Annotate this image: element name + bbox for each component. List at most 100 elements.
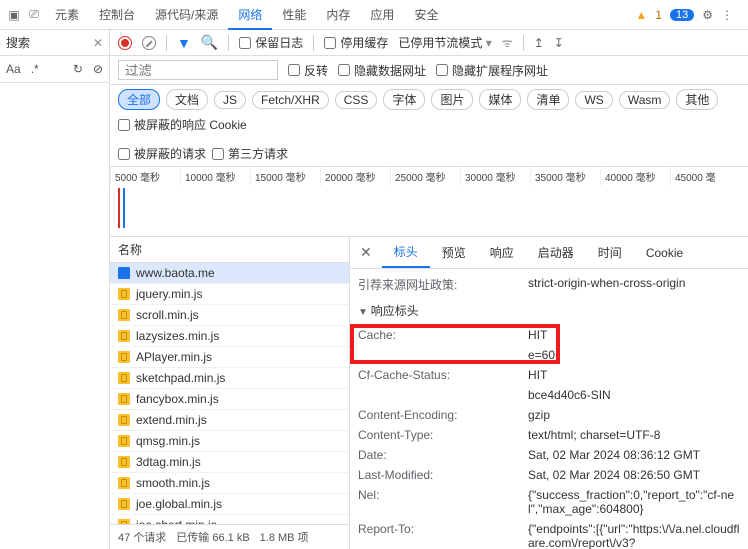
network-toolbar: ▼ 🔍 保留日志 停用缓存 已停用节流模式 ▾ ᯤ ↥ ↧ bbox=[110, 30, 748, 56]
request-footer: 47 个请求 已传输 66.1 kB 1.8 MB 项 bbox=[110, 524, 349, 549]
types-row: 全部文档 JS Fetch/XHR CSS 字体图片媒体清单 WS Wasm 其他被屏蔽的响应… bbox=[110, 85, 748, 167]
header-key: Content-Type: bbox=[358, 428, 528, 442]
tab-源代码/来源[interactable]: 源代码/来源 bbox=[145, 2, 228, 28]
device-icon[interactable]: ⎚ bbox=[25, 6, 43, 24]
tab-元素[interactable]: 元素 bbox=[45, 2, 89, 28]
tab-性能[interactable]: 性能 bbox=[272, 2, 316, 28]
script-icon bbox=[118, 351, 130, 363]
request-row[interactable]: scroll.min.js bbox=[110, 305, 349, 326]
msg-count[interactable]: 13 bbox=[670, 9, 694, 21]
request-name: joe.global.min.js bbox=[136, 497, 222, 511]
response-headers-title[interactable]: 响应标头 bbox=[358, 296, 740, 325]
request-row[interactable]: smooth.min.js bbox=[110, 473, 349, 494]
type-JS[interactable]: JS bbox=[214, 91, 246, 109]
request-row[interactable]: joe.global.min.js bbox=[110, 494, 349, 515]
detail-pane: ✕ 标头预览响应启动器时间Cookie 引荐来源网址政策: strict-ori… bbox=[350, 237, 748, 549]
script-icon bbox=[118, 330, 130, 342]
filter-icon[interactable]: ▼ bbox=[177, 35, 191, 51]
document-icon bbox=[118, 267, 130, 279]
upload-icon[interactable]: ↥ bbox=[534, 36, 544, 50]
warn-icon[interactable]: ▲ bbox=[635, 8, 647, 22]
header-value: gzip bbox=[528, 408, 740, 422]
type-Fetch/XHR[interactable]: Fetch/XHR bbox=[252, 91, 329, 109]
script-icon bbox=[118, 498, 130, 510]
blocked-cookies-check[interactable]: 被屏蔽的响应 Cookie bbox=[118, 116, 247, 133]
detail-tab-启动器[interactable]: 启动器 bbox=[526, 238, 586, 267]
detail-tab-响应[interactable]: 响应 bbox=[478, 238, 526, 267]
case-icon[interactable]: Aa bbox=[6, 62, 21, 76]
disable-cache-check[interactable]: 停用缓存 bbox=[324, 34, 388, 51]
request-row[interactable]: sketchpad.min.js bbox=[110, 368, 349, 389]
search-title: 搜索 bbox=[6, 34, 30, 51]
clear-icon[interactable]: ⊘ bbox=[93, 62, 103, 76]
type-清单[interactable]: 清单 bbox=[527, 89, 569, 110]
clear-icon[interactable] bbox=[142, 36, 156, 50]
tab-安全[interactable]: 安全 bbox=[404, 2, 448, 28]
header-value: {"success_fraction":0,"report_to":"cf-ne… bbox=[528, 488, 740, 516]
type-Wasm[interactable]: Wasm bbox=[619, 91, 671, 109]
regex-icon[interactable]: .* bbox=[31, 62, 39, 76]
filter-input[interactable] bbox=[118, 60, 278, 80]
search-icon[interactable]: 🔍 bbox=[201, 34, 218, 51]
tab-控制台[interactable]: 控制台 bbox=[89, 2, 145, 28]
request-row[interactable]: qmsg.min.js bbox=[110, 431, 349, 452]
hide-ext-check[interactable]: 隐藏扩展程序网址 bbox=[436, 62, 548, 79]
type-字体[interactable]: 字体 bbox=[383, 89, 425, 110]
invert-check[interactable]: 反转 bbox=[288, 62, 328, 79]
record-icon[interactable] bbox=[118, 36, 132, 50]
header-value: Sat, 02 Mar 2024 08:36:12 GMT bbox=[528, 448, 740, 462]
warn-count: 1 bbox=[655, 8, 662, 22]
request-row[interactable]: joe.short.min.js bbox=[110, 515, 349, 524]
request-row[interactable]: fancybox.min.js bbox=[110, 389, 349, 410]
type-图片[interactable]: 图片 bbox=[431, 89, 473, 110]
header-value: {"endpoints":[{"url":"https:\/\/a.nel.cl… bbox=[528, 522, 740, 549]
request-row[interactable]: 3dtag.min.js bbox=[110, 452, 349, 473]
detail-tab-标头[interactable]: 标头 bbox=[382, 237, 430, 268]
tab-内存[interactable]: 内存 bbox=[316, 2, 360, 28]
preserve-log-check[interactable]: 保留日志 bbox=[239, 34, 303, 51]
detail-tab-时间[interactable]: 时间 bbox=[586, 238, 634, 267]
type-媒体[interactable]: 媒体 bbox=[479, 89, 521, 110]
download-icon[interactable]: ↧ bbox=[554, 36, 564, 50]
request-name: fancybox.min.js bbox=[136, 392, 219, 406]
main-tabs: ▣ ⎚ 元素控制台源代码/来源网络性能内存应用安全 ▲ 1 13 ⚙ ⋮ bbox=[0, 0, 748, 30]
request-row[interactable]: www.baota.me bbox=[110, 263, 349, 284]
throttling-select[interactable]: 已停用节流模式 ▾ bbox=[398, 34, 491, 51]
header-key: Cf-Cache-Status: bbox=[358, 368, 528, 382]
search-pane: 搜索 ✕ Aa .* ↻ ⊘ bbox=[0, 30, 110, 549]
hide-data-check[interactable]: 隐藏数据网址 bbox=[338, 62, 426, 79]
third-party-check[interactable]: 第三方请求 bbox=[212, 145, 288, 162]
type-其他[interactable]: 其他 bbox=[676, 89, 718, 110]
timeline[interactable]: 5000 毫秒10000 毫秒15000 毫秒20000 毫秒25000 毫秒3… bbox=[110, 167, 748, 237]
inspect-icon[interactable]: ▣ bbox=[5, 6, 23, 24]
more-icon[interactable]: ⋮ bbox=[721, 8, 733, 22]
close-icon[interactable]: ✕ bbox=[93, 36, 103, 50]
header-key: Date: bbox=[358, 448, 528, 462]
request-row[interactable]: lazysizes.min.js bbox=[110, 326, 349, 347]
close-icon[interactable]: ✕ bbox=[350, 240, 382, 265]
request-row[interactable]: jquery.min.js bbox=[110, 284, 349, 305]
type-全部[interactable]: 全部 bbox=[118, 89, 160, 110]
type-CSS[interactable]: CSS bbox=[335, 91, 378, 109]
request-name: 3dtag.min.js bbox=[136, 455, 201, 469]
request-row[interactable]: APlayer.min.js bbox=[110, 347, 349, 368]
detail-tab-预览[interactable]: 预览 bbox=[430, 238, 478, 267]
request-row[interactable]: extend.min.js bbox=[110, 410, 349, 431]
header-value: bce4d40c6-SIN bbox=[528, 388, 740, 402]
blocked-req-check[interactable]: 被屏蔽的请求 bbox=[118, 145, 206, 162]
referrer-policy-key: 引荐来源网址政策: bbox=[358, 276, 528, 293]
type-WS[interactable]: WS bbox=[575, 91, 612, 109]
request-name: scroll.min.js bbox=[136, 308, 199, 322]
header-value: Sat, 02 Mar 2024 08:26:50 GMT bbox=[528, 468, 740, 482]
header-value: e=60 bbox=[528, 348, 740, 362]
tab-网络[interactable]: 网络 bbox=[228, 2, 272, 30]
tab-应用[interactable]: 应用 bbox=[360, 2, 404, 28]
header-key: Cache: bbox=[358, 328, 528, 342]
detail-tab-Cookie[interactable]: Cookie bbox=[634, 240, 695, 266]
wifi-icon[interactable]: ᯤ bbox=[502, 34, 513, 51]
refresh-icon[interactable]: ↻ bbox=[73, 62, 83, 76]
gear-icon[interactable]: ⚙ bbox=[702, 8, 713, 22]
header-value: text/html; charset=UTF-8 bbox=[528, 428, 740, 442]
header-key: Nel: bbox=[358, 488, 528, 516]
type-文档[interactable]: 文档 bbox=[166, 89, 208, 110]
